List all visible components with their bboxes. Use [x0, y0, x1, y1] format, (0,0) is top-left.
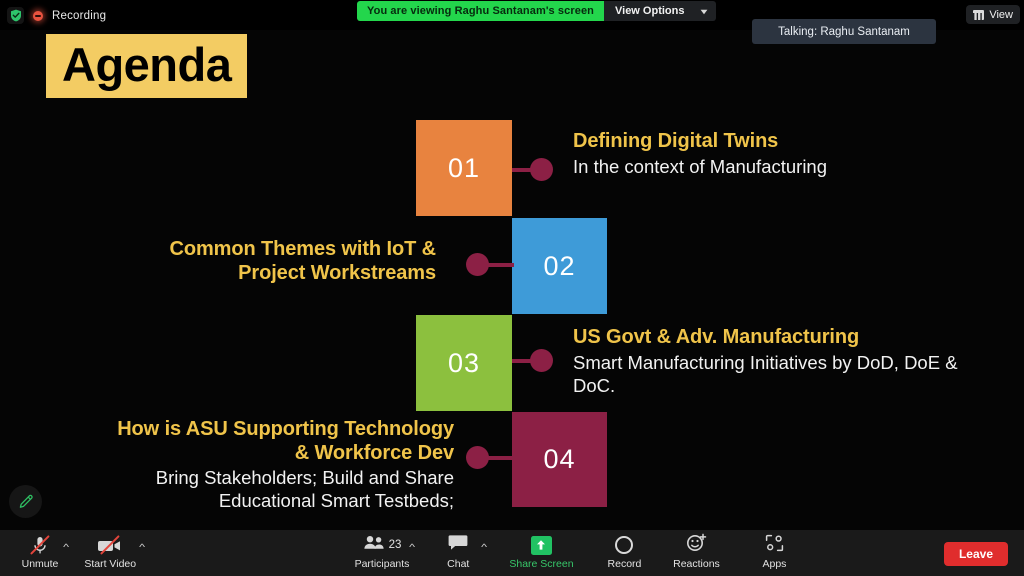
chat-button[interactable]: Chat	[430, 530, 486, 570]
video-camera-off-icon	[97, 535, 123, 555]
leave-label: Leave	[958, 547, 993, 561]
zoom-meeting-window: Recording You are viewing Raghu Santanam…	[0, 0, 1024, 576]
agenda-heading-04: How is ASU Supporting Technology & Workf…	[117, 418, 454, 464]
agenda-number-box-02: 02	[512, 218, 607, 314]
view-options-button[interactable]: View Options ▾	[604, 1, 716, 21]
agenda-subtext-04: Bring Stakeholders; Build and Share Educ…	[155, 467, 454, 512]
agenda-text-03: US Govt & Adv. Manufacturing Smart Manuf…	[573, 326, 973, 397]
meeting-toolbar: Unmute ^ Start Video ^ 23 Participants ^…	[0, 530, 1024, 576]
apps-bracket-icon	[765, 534, 784, 557]
participants-button[interactable]: 23 Participants	[350, 530, 414, 570]
shield-check-icon	[7, 7, 24, 24]
connector-knob-02	[466, 253, 489, 276]
recording-indicator-group: Recording	[7, 7, 106, 24]
share-screen-label: Share Screen	[509, 558, 574, 570]
reactions-button[interactable]: Reactions	[668, 530, 724, 570]
chevron-down-icon: ▾	[701, 6, 708, 16]
record-label: Record	[607, 558, 642, 570]
agenda-heading-02: Common Themes with IoT & Project Workstr…	[169, 238, 437, 284]
grid-view-icon	[973, 9, 985, 20]
audio-options-caret[interactable]: ^	[63, 542, 69, 552]
agenda-number-box-01: 01	[416, 120, 512, 216]
view-options-label: View Options	[615, 5, 685, 17]
talking-label: Talking: Raghu Santanam	[778, 25, 910, 38]
agenda-number-box-03: 03	[416, 315, 512, 411]
leave-button[interactable]: Leave	[943, 542, 1008, 566]
smiley-plus-icon	[686, 533, 707, 557]
chat-bubble-icon	[448, 534, 468, 556]
shared-screen-slide: Agenda 01 Defining Digital Twins In the …	[0, 30, 1024, 530]
agenda-subtext-01: In the context of Manufacturing	[573, 155, 828, 177]
record-circle-icon	[615, 536, 634, 554]
agenda-number-01: 01	[447, 152, 481, 183]
agenda-heading-03: US Govt & Adv. Manufacturing	[573, 326, 860, 348]
apps-label: Apps	[762, 558, 787, 570]
talking-indicator: Talking: Raghu Santanam	[752, 19, 936, 44]
top-bar: Recording You are viewing Raghu Santanam…	[0, 0, 1024, 44]
agenda-steps: 01 Defining Digital Twins In the context…	[0, 30, 1024, 530]
agenda-number-box-04: 04	[512, 412, 607, 507]
start-video-button[interactable]: Start Video	[82, 530, 138, 570]
connector-knob-03	[530, 349, 553, 372]
agenda-text-02: Common Themes with IoT & Project Workstr…	[106, 238, 437, 285]
annotate-pen-button[interactable]	[9, 485, 42, 518]
share-screen-button[interactable]: Share Screen	[502, 530, 580, 570]
unmute-label: Unmute	[21, 558, 59, 570]
agenda-subtext-03: Smart Manufacturing Initiatives by DoD, …	[573, 351, 958, 396]
agenda-number-04: 04	[543, 444, 576, 474]
agenda-text-01: Defining Digital Twins In the context of…	[573, 130, 993, 178]
view-button-label: View	[989, 8, 1013, 21]
agenda-number-03: 03	[447, 347, 481, 378]
agenda-heading-01: Defining Digital Twins	[573, 130, 779, 152]
participants-count: 23	[388, 539, 402, 551]
viewing-screen-label: You are viewing Raghu Santanam's screen	[357, 1, 604, 21]
toolbar-left-group: Unmute ^ Start Video ^	[12, 530, 145, 576]
participants-options-caret[interactable]: ^	[409, 542, 415, 552]
record-button[interactable]: Record	[596, 530, 652, 570]
agenda-number-02: 02	[543, 250, 576, 281]
screen-share-banner: You are viewing Raghu Santanam's screen …	[357, 1, 716, 21]
recording-dot-icon	[32, 10, 44, 22]
video-options-caret[interactable]: ^	[139, 542, 145, 552]
recording-label: Recording	[52, 9, 107, 22]
share-screen-arrow-icon	[530, 535, 552, 555]
start-video-label: Start Video	[84, 558, 137, 570]
unmute-button[interactable]: Unmute	[12, 530, 68, 570]
chat-options-caret[interactable]: ^	[481, 542, 487, 552]
toolbar-center-group: 23 Participants ^ Chat ^ Share Screen Re…	[350, 530, 802, 576]
chat-label: Chat	[447, 558, 470, 570]
agenda-text-04: How is ASU Supporting Technology & Workf…	[110, 418, 454, 512]
view-layout-button[interactable]: View	[966, 5, 1020, 24]
reactions-label: Reactions	[673, 558, 720, 570]
connector-knob-04	[466, 446, 489, 469]
participants-label: Participants	[354, 558, 410, 570]
people-icon	[363, 535, 385, 555]
connector-knob-01	[530, 158, 553, 181]
pen-annotate-icon	[19, 494, 33, 508]
microphone-muted-icon	[27, 535, 53, 555]
apps-button[interactable]: Apps	[746, 530, 802, 570]
